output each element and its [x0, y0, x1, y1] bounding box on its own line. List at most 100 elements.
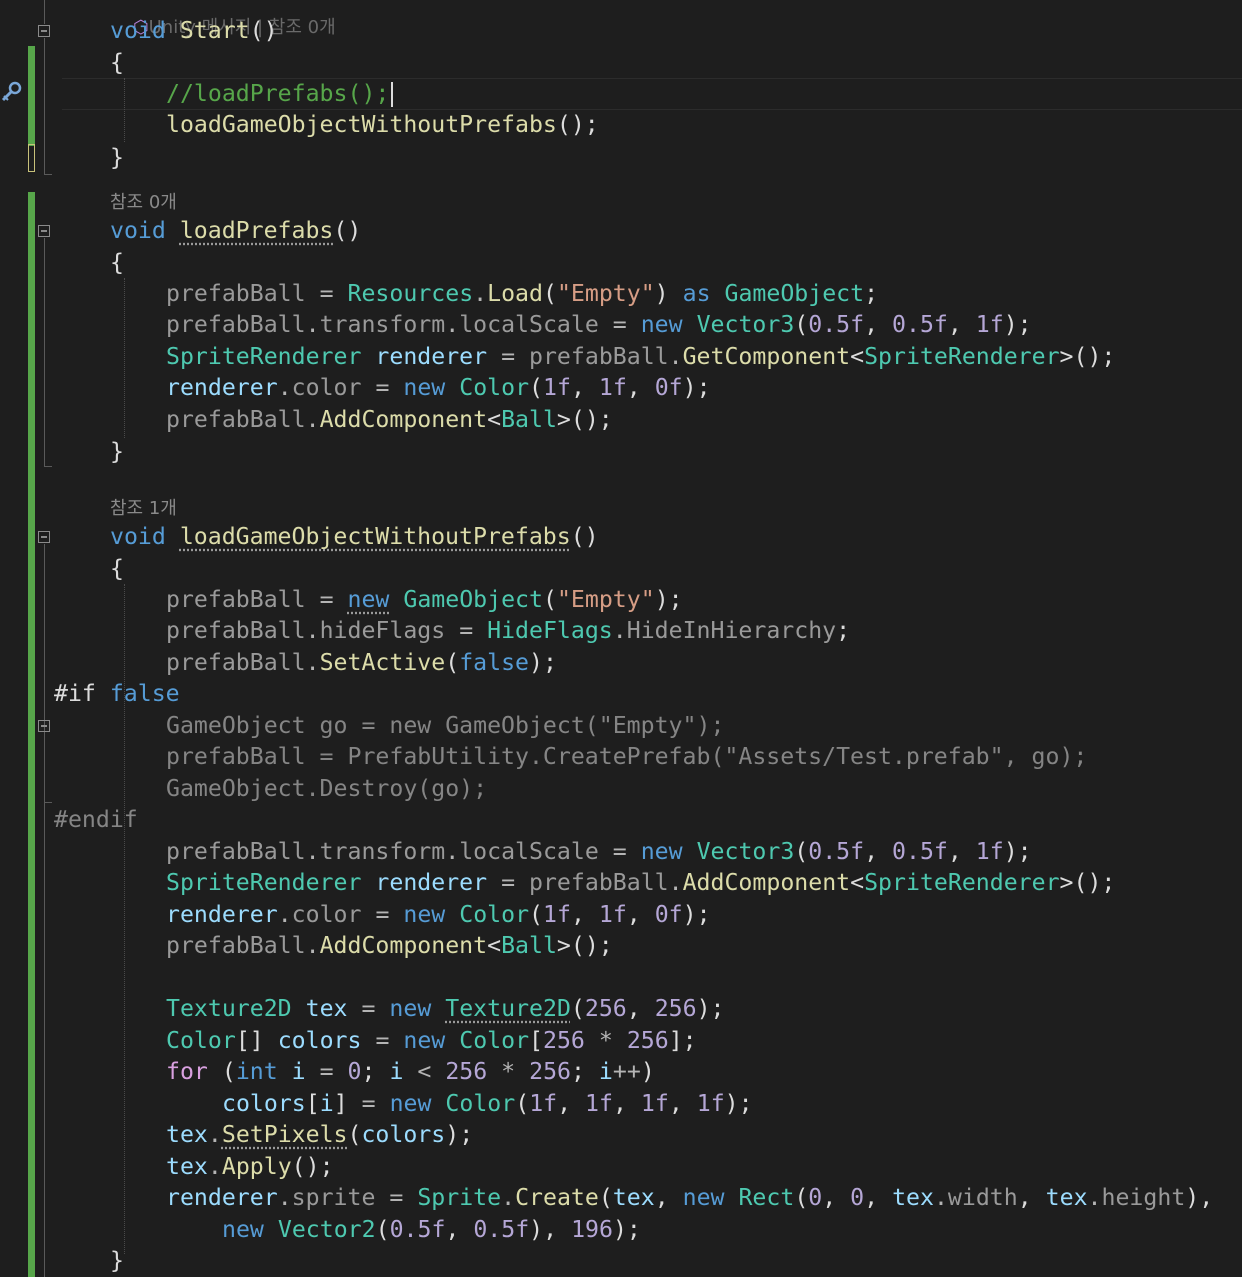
code-line[interactable]: Texture2D tex = new Texture2D(256, 256);	[166, 993, 725, 1025]
code-line[interactable]: prefabBall.transform.localScale = new Ve…	[166, 836, 1032, 868]
code-token: ;	[571, 1058, 599, 1085]
code-token: 0.5f	[808, 838, 865, 865]
code-line[interactable]: new Vector2(0.5f, 0.5f), 196);	[222, 1214, 641, 1246]
code-token: color	[291, 901, 362, 928]
code-token: ,	[1017, 1184, 1046, 1211]
code-token: (	[794, 311, 809, 338]
code-line[interactable]: GameObject go = new GameObject("Empty");	[166, 710, 724, 742]
code-line[interactable]: prefabBall = PrefabUtility.CreatePrefab(…	[166, 741, 1087, 773]
code-token: HideInHierarchy	[626, 617, 837, 644]
code-line[interactable]: tex.SetPixels(colors);	[166, 1119, 473, 1151]
code-token: prefabBall	[166, 838, 306, 865]
code-line[interactable]: }	[110, 1245, 124, 1277]
code-token: "Empty"	[556, 280, 655, 307]
code-token: new	[403, 374, 446, 401]
code-line[interactable]: {	[110, 553, 124, 585]
code-line[interactable]: void loadGameObjectWithoutPrefabs()	[110, 521, 599, 553]
code-line[interactable]: loadGameObjectWithoutPrefabs();	[166, 109, 599, 141]
code-token: ,	[864, 311, 893, 338]
code-line[interactable]: tex.Apply();	[166, 1151, 334, 1183]
code-token: Vector3	[696, 311, 795, 338]
code-token: );	[612, 1216, 641, 1243]
code-token: 256	[584, 995, 627, 1022]
code-token: (	[445, 649, 460, 676]
code-token: =	[389, 1184, 404, 1211]
code-token: Resources	[347, 280, 474, 307]
code-token: >();	[1059, 343, 1116, 370]
code-line[interactable]: prefabBall.hideFlags = HideFlags.HideInH…	[166, 615, 850, 647]
code-token: ();	[556, 111, 599, 138]
code-line[interactable]: colors[i] = new Color(1f, 1f, 1f, 1f);	[222, 1088, 753, 1120]
code-token: .	[933, 1184, 948, 1211]
code-token: prefabBall	[166, 617, 306, 644]
code-token: GameObject go = new GameObject("Empty");	[166, 712, 725, 739]
code-line[interactable]: }	[110, 142, 124, 174]
code-line[interactable]: SpriteRenderer renderer = prefabBall.Get…	[166, 341, 1115, 373]
code-token: ,	[822, 1184, 851, 1211]
code-token: ,	[557, 1090, 586, 1117]
code-area[interactable]: void Start(){//loadPrefabs(); loadGameObj…	[0, 0, 1242, 1277]
code-line[interactable]: prefabBall.AddComponent<Ball>();	[166, 404, 613, 436]
code-token: ,	[626, 901, 655, 928]
code-token: (	[515, 1090, 530, 1117]
code-line[interactable]: prefabBall = Resources.Load("Empty") as …	[166, 278, 878, 310]
code-token: (	[570, 995, 585, 1022]
code-token: new	[640, 838, 683, 865]
code-line[interactable]: #if false	[54, 678, 180, 710]
code-line[interactable]: void loadPrefabs()	[110, 215, 361, 247]
code-token: *	[598, 1027, 613, 1054]
code-token: .	[668, 343, 683, 370]
code-token: ,	[864, 838, 893, 865]
code-line[interactable]: prefabBall.SetActive(false);	[166, 647, 557, 679]
code-token: Vector3	[696, 838, 795, 865]
code-token: =	[375, 374, 390, 401]
code-line[interactable]: {	[110, 247, 124, 279]
code-token: 1f	[975, 311, 1004, 338]
code-token: ,	[570, 901, 599, 928]
code-line[interactable]: Color[] colors = new Color[256 * 256];	[166, 1025, 697, 1057]
code-line[interactable]: {	[110, 47, 124, 79]
code-line[interactable]: SpriteRenderer renderer = prefabBall.Add…	[166, 867, 1115, 899]
code-token: =	[319, 586, 334, 613]
code-line[interactable]: GameObject.Destroy(go);	[166, 773, 487, 805]
code-line[interactable]: renderer.color = new Color(1f, 1f, 0f);	[166, 372, 711, 404]
code-line[interactable]: void Start()	[110, 15, 278, 47]
code-line[interactable]: //loadPrefabs();	[166, 78, 389, 110]
code-token: transform	[319, 838, 446, 865]
code-editor[interactable]: ⬡Unity 메시지 | 참조 0개 참조 0개 참조 1개 void Star…	[0, 0, 1242, 1277]
code-token: 1f	[598, 374, 627, 401]
code-token: ()	[249, 17, 278, 44]
code-token: colors	[361, 1121, 446, 1148]
code-line[interactable]: prefabBall = new GameObject("Empty");	[166, 584, 683, 616]
code-token: #if	[54, 680, 110, 707]
code-token: 1f	[640, 1090, 669, 1117]
code-line[interactable]: }	[110, 436, 124, 468]
code-line[interactable]: renderer.color = new Color(1f, 1f, 0f);	[166, 899, 711, 931]
code-token: prefabBall	[166, 649, 306, 676]
code-token: AddComponent	[682, 869, 851, 896]
code-token: Texture2D	[445, 995, 571, 1022]
code-token: AddComponent	[319, 406, 488, 433]
code-token: Load	[487, 280, 543, 307]
code-line[interactable]: renderer.sprite = Sprite.Create(tex, new…	[166, 1182, 1213, 1214]
code-token: );	[1003, 838, 1032, 865]
code-line[interactable]: prefabBall.transform.localScale = new Ve…	[166, 309, 1032, 341]
code-token: 0.5f	[892, 838, 948, 865]
code-line[interactable]: prefabBall.AddComponent<Ball>();	[166, 930, 613, 962]
code-line[interactable]: for (int i = 0; i < 256 * 256; i++)	[166, 1056, 655, 1088]
code-token: Color	[459, 374, 530, 401]
code-token: }	[110, 144, 124, 171]
code-line[interactable]: #endif	[54, 804, 138, 836]
